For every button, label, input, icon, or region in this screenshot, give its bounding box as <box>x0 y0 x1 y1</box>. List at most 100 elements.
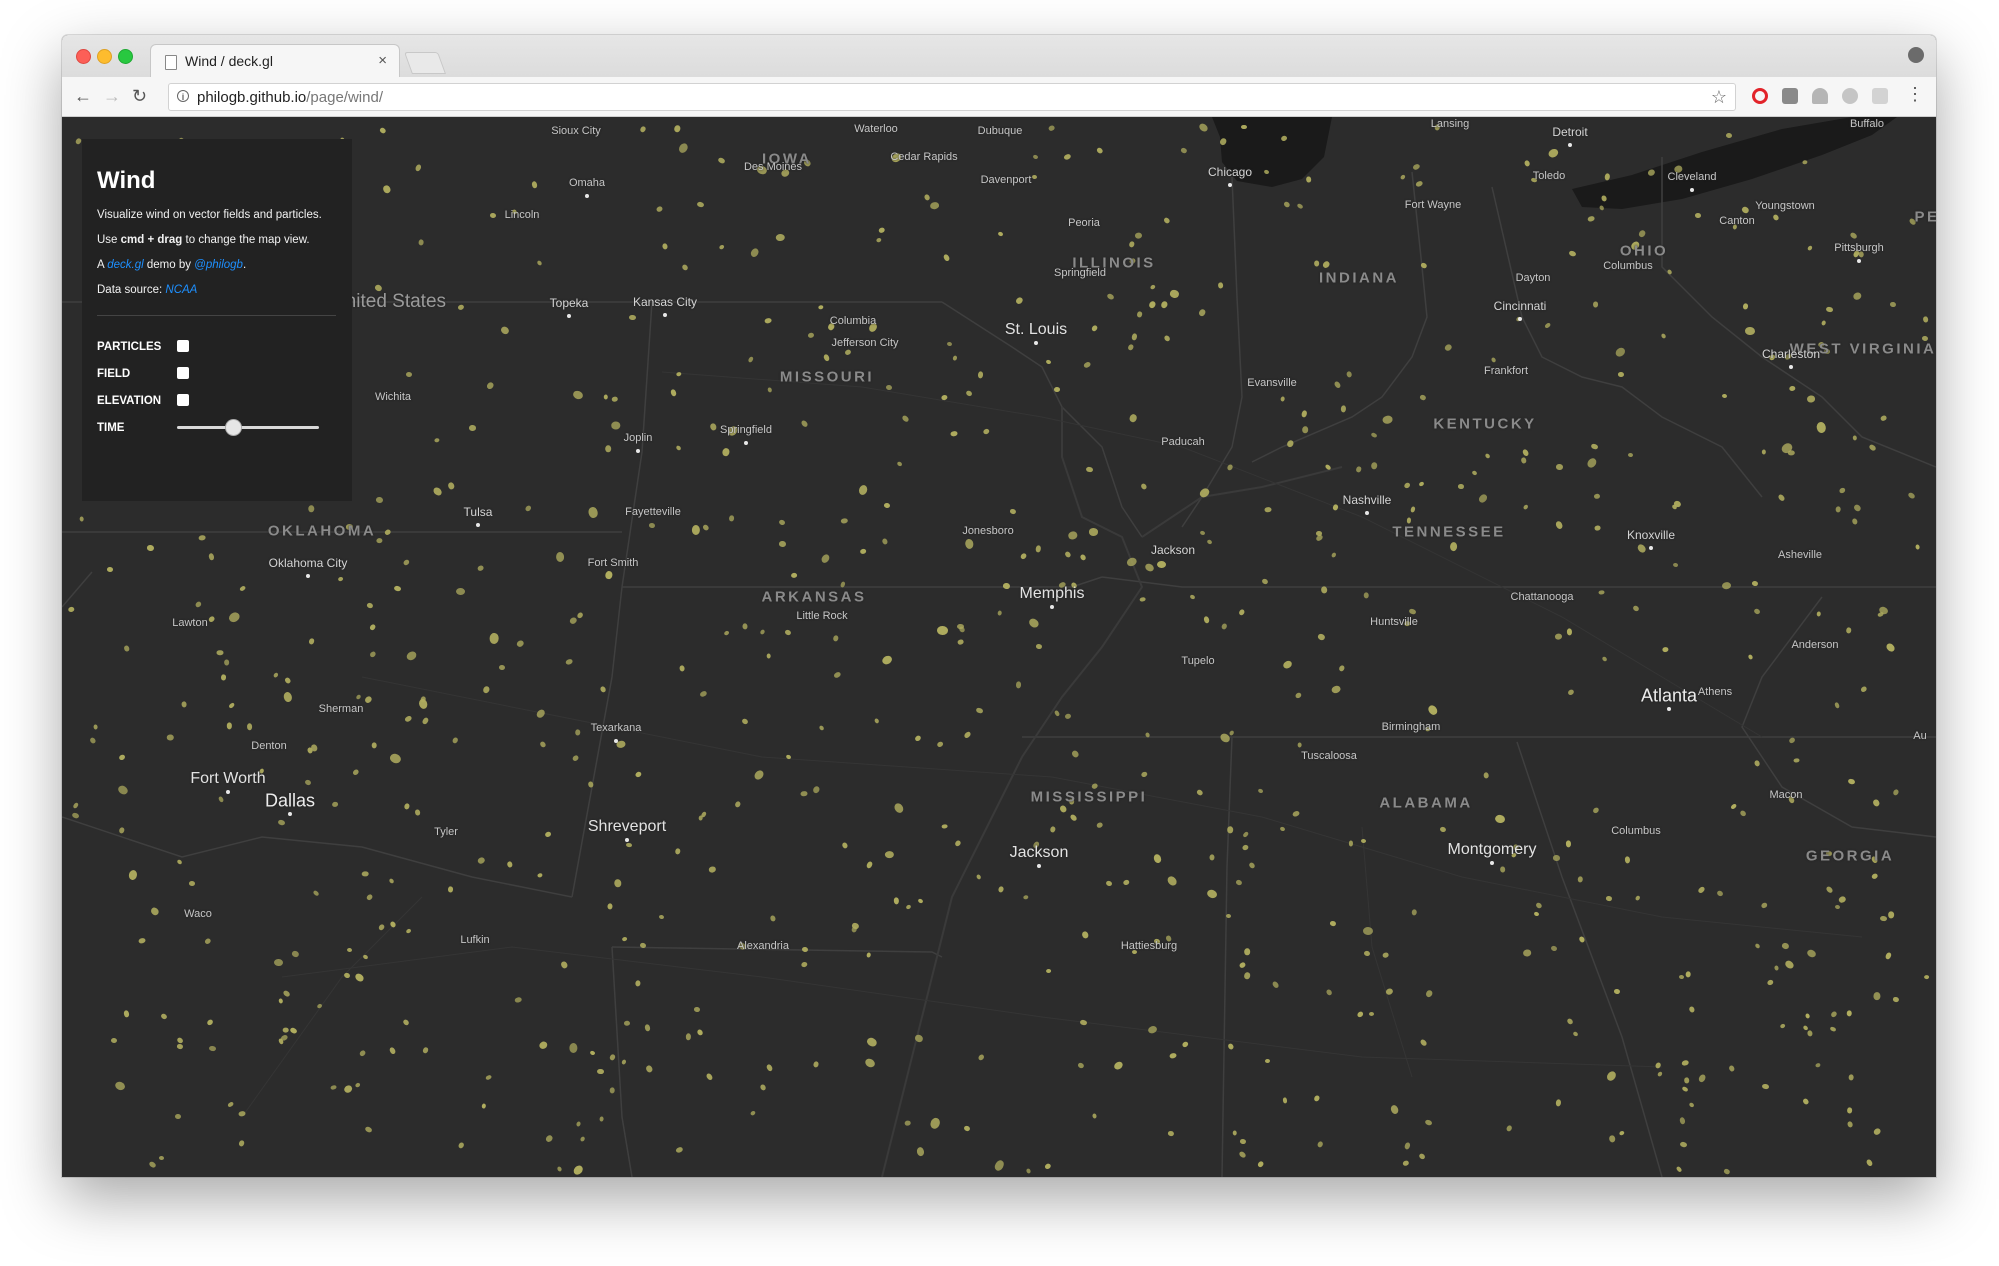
wind-particle <box>1282 1097 1288 1104</box>
wind-particle <box>1879 915 1887 922</box>
new-tab-button[interactable] <box>403 52 447 74</box>
browser-menu-icon[interactable]: ⋮ <box>1906 84 1924 105</box>
maximize-window-button[interactable] <box>118 49 133 64</box>
wind-particle <box>1314 260 1319 267</box>
city-label: Omaha <box>568 177 606 189</box>
city-label: Topeka <box>549 296 589 310</box>
wind-particle <box>603 394 608 400</box>
bookmark-star-icon[interactable]: ☆ <box>1711 87 1727 108</box>
city-label: Tyler <box>434 826 458 838</box>
tab-wind[interactable]: Wind / deck.gl × <box>150 44 400 77</box>
wind-particle <box>1761 449 1766 455</box>
wind-particle <box>605 444 612 452</box>
reload-icon[interactable]: ↻ <box>132 86 147 107</box>
profile-icon[interactable] <box>1908 47 1924 63</box>
city-marker <box>1037 864 1041 868</box>
info-icon[interactable]: i <box>177 90 189 102</box>
city-label: Springfield <box>720 424 772 436</box>
city-label: Birmingham <box>1381 721 1441 733</box>
wind-particle <box>1500 866 1506 873</box>
wind-particle <box>941 823 948 829</box>
wind-particle <box>1554 1098 1561 1106</box>
back-icon[interactable]: ← <box>74 86 92 107</box>
deckgl-link[interactable]: deck.gl <box>107 259 143 271</box>
city-marker <box>288 812 292 816</box>
wind-particle <box>1130 332 1138 341</box>
panel-divider <box>97 315 336 316</box>
city-label: Athens <box>1697 686 1733 698</box>
particles-control: PARTICLES <box>97 338 336 365</box>
city-label: Macon <box>1769 789 1803 801</box>
city-label: Columbia <box>829 315 877 327</box>
wind-particle <box>1914 543 1920 550</box>
wind-particle <box>648 522 656 528</box>
usage-text-pre: Use <box>97 234 121 246</box>
extension-icon[interactable] <box>1842 88 1858 104</box>
state-label: INDIANA <box>1319 269 1399 287</box>
wind-particle <box>1054 386 1061 392</box>
state-label: GEORGIA <box>1805 847 1895 865</box>
particles-checkbox[interactable] <box>177 340 189 352</box>
state-label: TENNESSEE <box>1392 523 1506 541</box>
extension-icon[interactable] <box>1812 88 1828 104</box>
city-marker <box>1228 183 1232 187</box>
city-label: Columbus <box>1611 825 1661 837</box>
city-marker <box>1690 188 1694 192</box>
close-window-button[interactable] <box>76 49 91 64</box>
data-source-link[interactable]: NCAA <box>165 284 197 296</box>
city-label: Columbus <box>1603 260 1653 272</box>
wind-particle <box>1744 326 1755 335</box>
city-marker <box>614 739 618 743</box>
state-label: OHIO <box>1619 242 1669 260</box>
extension-icon[interactable] <box>1872 88 1888 104</box>
city-label: Cincinnati <box>1493 299 1547 313</box>
city-marker <box>636 449 640 453</box>
address-bar[interactable]: i philogb.github.io/page/wind/ ☆ <box>168 83 1736 111</box>
author-link[interactable]: @philogb <box>194 259 243 271</box>
wind-particle <box>691 524 700 535</box>
wind-map[interactable]: NEBRASKAIOWAILLINOISINDIANAOHIOKANSASMIS… <box>62 117 1936 1177</box>
city-marker <box>226 790 230 794</box>
forward-icon[interactable]: → <box>103 86 121 107</box>
time-slider[interactable] <box>177 420 319 435</box>
wind-particle <box>1457 483 1464 489</box>
city-label: Au <box>1913 730 1927 742</box>
city-label: Buffalo <box>1849 118 1885 130</box>
usage-hint: Use cmd + drag to change the map view. <box>97 234 336 247</box>
city-label: Tupelo <box>1181 655 1215 667</box>
city-marker <box>1050 605 1054 609</box>
state-label: ARKANSAS <box>761 588 867 606</box>
wind-particle <box>1565 840 1571 847</box>
wind-particle <box>455 587 465 595</box>
opera-extension-icon[interactable] <box>1752 88 1768 104</box>
minimize-window-button[interactable] <box>97 49 112 64</box>
city-label: Evansville <box>1247 377 1297 389</box>
wind-particle <box>79 515 84 522</box>
city-marker <box>1518 317 1522 321</box>
city-label: Montgomery <box>1447 841 1537 858</box>
wind-particle <box>1232 1129 1237 1136</box>
city-label: Youngstown <box>1755 200 1815 212</box>
wind-particle <box>1608 1134 1616 1143</box>
tab-close-icon[interactable]: × <box>378 52 387 69</box>
time-slider-thumb[interactable] <box>226 420 241 435</box>
city-label: Pittsburgh <box>1834 242 1884 254</box>
credit-pre: A <box>97 259 108 271</box>
elevation-checkbox[interactable] <box>177 394 189 406</box>
panel-description: Visualize wind on vector fields and part… <box>97 209 322 221</box>
wind-particle <box>448 886 454 893</box>
field-checkbox[interactable] <box>177 367 189 379</box>
city-label: Toledo <box>1532 170 1566 182</box>
city-label: Little Rock <box>796 610 848 622</box>
extension-icon[interactable] <box>1782 88 1798 104</box>
city-label: Knoxville <box>1626 528 1676 542</box>
wind-particle <box>629 314 636 321</box>
usage-shortcut: cmd + drag <box>120 234 183 246</box>
wind-particle <box>1035 643 1042 649</box>
wind-particle <box>693 1006 700 1012</box>
city-label: Cedar Rapids <box>890 151 958 163</box>
state-label: KENTUCKY <box>1433 415 1537 433</box>
city-label: St. Louis <box>1004 321 1068 338</box>
city-marker <box>1667 707 1671 711</box>
city-label: Waterloo <box>854 123 898 135</box>
